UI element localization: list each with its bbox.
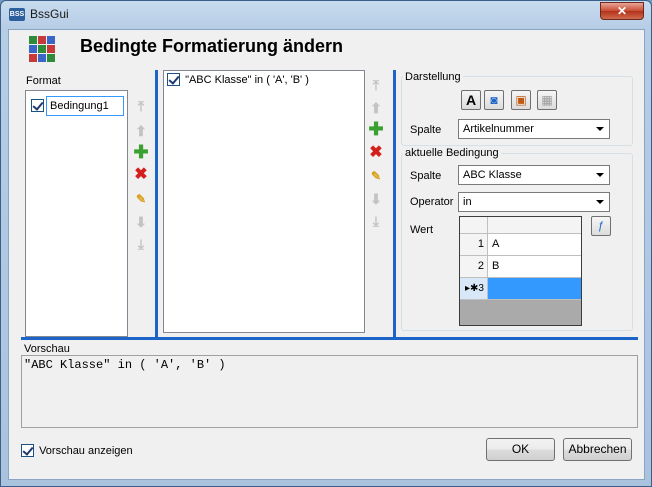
operator-select[interactable]: in — [458, 192, 610, 212]
bss-app-icon: BSS — [9, 8, 25, 21]
row-number[interactable]: 2 — [460, 256, 488, 278]
condition-checkbox[interactable] — [167, 73, 180, 86]
section-divider — [393, 70, 396, 338]
darstellung-spalte-select[interactable]: Artikelnummer — [458, 119, 610, 139]
show-preview-label[interactable]: Vorschau anzeigen — [39, 445, 133, 457]
add-icon[interactable]: ✚ — [133, 143, 149, 161]
bedingung1-label[interactable]: Bedingung1 — [46, 96, 124, 116]
condition-spalte-label: Spalte — [410, 170, 442, 182]
expression-editor-icon[interactable]: ƒ — [591, 216, 611, 236]
bedingung1-checkbox[interactable] — [31, 99, 44, 112]
move-bottom-icon[interactable]: ⤓ — [368, 213, 384, 229]
darstellung-spalte-label: Spalte — [410, 124, 442, 136]
move-top-icon[interactable]: ⤒ — [368, 77, 384, 93]
grid-corner — [460, 217, 488, 234]
vorschau-label: Vorschau — [24, 343, 70, 355]
ok-button[interactable]: OK — [486, 438, 555, 461]
move-down-icon[interactable]: ⬇ — [368, 191, 384, 207]
list-item[interactable]: "ABC Klasse" in ( 'A', 'B' ) — [167, 73, 309, 89]
format-list[interactable]: Bedingung1 — [25, 90, 128, 337]
preview-box: "ABC Klasse" in ( 'A', 'B' ) — [21, 355, 638, 428]
move-bottom-icon[interactable]: ⤓ — [133, 236, 149, 252]
section-divider — [155, 70, 158, 338]
conditional-format-icon — [29, 36, 55, 62]
wert-cell[interactable]: A — [488, 234, 581, 256]
grid-column-header[interactable] — [488, 217, 581, 234]
font-icon[interactable]: A — [461, 90, 481, 110]
show-preview-checkbox[interactable] — [21, 444, 34, 457]
fill-color-icon[interactable]: ◙ — [484, 90, 504, 110]
list-item[interactable]: Bedingung1 — [31, 96, 126, 116]
move-up-icon[interactable]: ⬆ — [133, 123, 149, 139]
table-row[interactable]: 1 A — [460, 234, 581, 256]
move-up-icon[interactable]: ⬆ — [368, 100, 384, 116]
move-down-icon[interactable]: ⬇ — [133, 214, 149, 230]
new-row-marker[interactable]: ▸✱3 — [460, 278, 488, 300]
table-row-new[interactable]: ▸✱3 — [460, 278, 581, 300]
wert-label: Wert — [410, 224, 434, 236]
move-top-icon[interactable]: ⤒ — [133, 98, 149, 114]
clear-icon[interactable]: ✎ — [133, 191, 149, 207]
wert-cell-new[interactable] — [488, 278, 581, 300]
dialog-heading: Bedingte Formatierung ändern — [80, 36, 344, 56]
dialog-window: BSS BssGui ✕ Bedingte Formatierung änder… — [0, 0, 652, 487]
operator-label: Operator — [410, 196, 454, 208]
window-title: BssGui — [30, 7, 69, 21]
border-icon[interactable]: ▦ — [537, 90, 557, 110]
clear-icon[interactable]: ✎ — [368, 168, 384, 184]
wert-cell[interactable]: B — [488, 256, 581, 278]
font-color-icon[interactable]: ▣ — [511, 90, 531, 110]
delete-icon[interactable]: ✖ — [133, 167, 149, 183]
preview-text: "ABC Klasse" in ( 'A', 'B' ) — [24, 358, 226, 372]
table-row[interactable]: 2 B — [460, 256, 581, 278]
aktuelle-bedingung-label: aktuelle Bedingung — [403, 147, 501, 159]
dialog-client: Bedingte Formatierung ändern Format Bedi… — [8, 29, 645, 480]
show-preview-option[interactable]: Vorschau anzeigen — [21, 444, 133, 457]
condition-spalte-select[interactable]: ABC Klasse — [458, 165, 610, 185]
condition-list[interactable]: "ABC Klasse" in ( 'A', 'B' ) — [163, 70, 365, 333]
delete-icon[interactable]: ✖ — [368, 145, 384, 161]
cancel-button[interactable]: Abbrechen — [563, 438, 632, 461]
darstellung-label: Darstellung — [403, 71, 463, 83]
condition-label[interactable]: "ABC Klasse" in ( 'A', 'B' ) — [185, 74, 309, 86]
wert-grid[interactable]: 1 A 2 B ▸✱3 — [459, 216, 582, 326]
preview-divider — [21, 337, 638, 340]
close-button[interactable]: ✕ — [600, 2, 644, 20]
format-label: Format — [26, 75, 61, 87]
row-number[interactable]: 1 — [460, 234, 488, 256]
title-bar[interactable]: BSS BssGui ✕ — [1, 1, 651, 29]
add-icon[interactable]: ✚ — [368, 120, 384, 138]
